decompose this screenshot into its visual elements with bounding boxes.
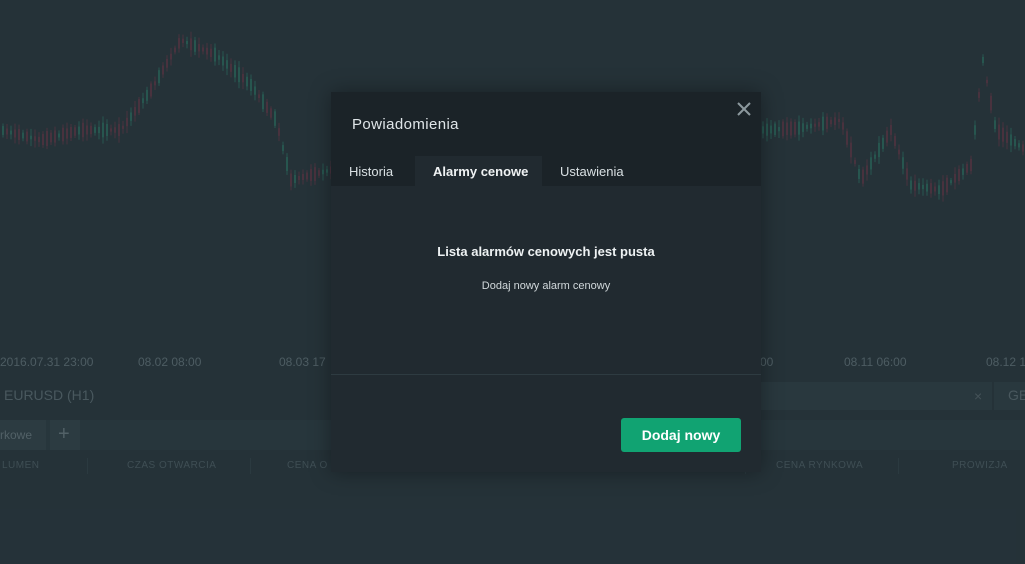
modal-header: Powiadomienia Historia Alarmy cenowe Ust… [331,92,761,186]
empty-state-subtitle: Dodaj nowy alarm cenowy [481,280,611,292]
modal-divider [331,374,761,375]
add-new-alarm-button[interactable]: Dodaj nowy [621,418,741,452]
tab-historia[interactable]: Historia [331,156,415,186]
close-button[interactable] [733,98,755,120]
modal-title: Powiadomienia [352,116,459,133]
notifications-modal: Powiadomienia Historia Alarmy cenowe Ust… [331,92,761,472]
empty-state-title: Lista alarmów cenowych jest pusta [437,244,655,259]
tab-label: Ustawienia [560,164,624,179]
tab-alarmy-cenowe[interactable]: Alarmy cenowe [415,156,542,186]
tab-label: Alarmy cenowe [433,164,529,179]
close-icon [737,102,751,116]
tab-label: Historia [349,164,394,179]
tab-ustawienia[interactable]: Ustawienia [542,156,642,186]
